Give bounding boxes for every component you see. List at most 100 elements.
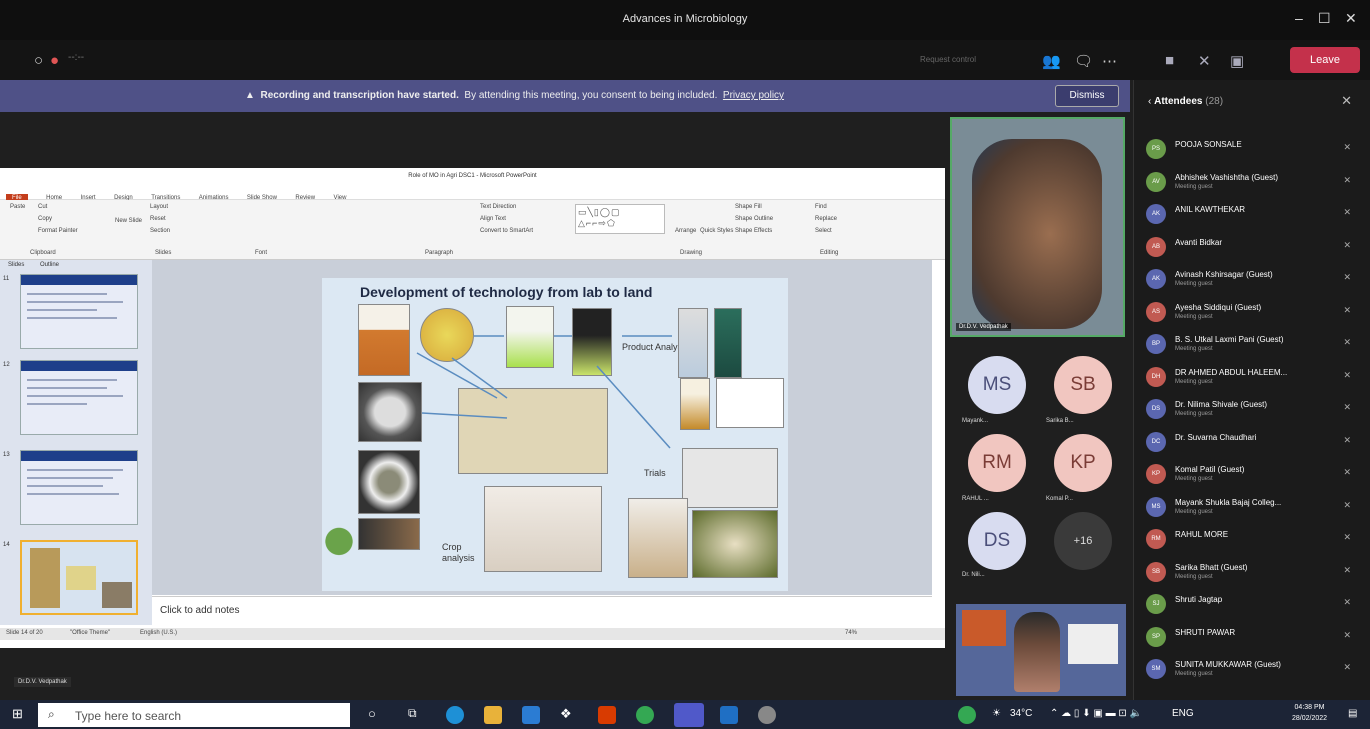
mic-off-icon[interactable]: ✕ <box>1198 52 1211 70</box>
photos-icon[interactable] <box>720 706 738 724</box>
windows-start-icon[interactable]: ⊞ <box>12 707 26 721</box>
office-icon[interactable] <box>598 706 616 724</box>
attendee-row[interactable]: SJ Shruti Jagtap ✕ <box>1134 590 1370 620</box>
chrome-icon[interactable] <box>636 706 654 724</box>
mic-off-icon: ✕ <box>1343 564 1351 575</box>
shapes-gallery[interactable]: ▭╲▯◯▢ △⌐⌐⇨⬠ <box>575 204 665 234</box>
copy-button[interactable]: Copy <box>38 216 52 222</box>
avatar-initials: SB <box>1070 374 1096 395</box>
chat-icon[interactable]: 🗨 <box>1074 52 1093 70</box>
mail-icon[interactable] <box>522 706 540 724</box>
more-count: +16 <box>1073 535 1093 547</box>
avatar-kp[interactable]: KP <box>1054 434 1112 492</box>
attendee-row[interactable]: RM RAHUL MORE ✕ <box>1134 525 1370 555</box>
attendee-row[interactable]: BP B. S. Utkal Laxmi Pani (Guest) Meeting … <box>1134 330 1370 360</box>
find-button[interactable]: Find <box>815 204 827 210</box>
attendee-row[interactable]: KP Komal Patil (Guest) Meeting guest ✕ <box>1134 460 1370 490</box>
attendee-avatar: MS <box>1146 496 1166 517</box>
align-text-button[interactable]: Align Text <box>480 216 506 222</box>
cortana-icon[interactable]: ○ <box>368 706 386 724</box>
attendee-row[interactable]: AV Abhishek Vashishtha (Guest) Meeting gue… <box>1134 168 1370 198</box>
avatar-sb[interactable]: SB <box>1054 356 1112 414</box>
tray-icons[interactable]: ⌃ ☁ ▯ ⬇ ▣ ▬ ⊡ 🔈 <box>1050 708 1142 719</box>
input-language[interactable]: ENG <box>1172 708 1194 719</box>
attendee-role: Meeting guest <box>1175 183 1213 190</box>
dismiss-button[interactable]: Dismiss <box>1055 85 1119 107</box>
paste-button[interactable]: Paste <box>10 204 25 210</box>
shape-fill-button[interactable]: Shape Fill <box>735 204 762 210</box>
tab-slides[interactable]: Slides <box>8 262 24 268</box>
attendee-row[interactable]: AK ANIL KAWTHEKAR ✕ <box>1134 200 1370 230</box>
weather-icon[interactable]: ☀ <box>992 708 1001 719</box>
avatar-rm[interactable]: RM <box>968 434 1026 492</box>
close-panel-icon[interactable]: ✕ <box>1341 93 1352 109</box>
teams-icon[interactable] <box>674 703 704 727</box>
chrome-tray-icon[interactable] <box>958 706 976 724</box>
notes-pane[interactable]: Click to add notes <box>152 596 932 626</box>
attendee-row[interactable]: MS Mayank Shukla Bajaj Colleg... Meeting g… <box>1134 493 1370 523</box>
slide-thumbnail[interactable] <box>20 274 138 349</box>
attendee-row[interactable]: AK Avinash Kshirsagar (Guest) Meeting gues… <box>1134 265 1370 295</box>
text-direction-button[interactable]: Text Direction <box>480 204 516 210</box>
leave-button[interactable]: Leave <box>1290 47 1360 73</box>
format-painter-button[interactable]: Format Painter <box>38 228 78 234</box>
smartart-button[interactable]: Convert to SmartArt <box>480 228 533 234</box>
layout-button[interactable]: Layout <box>150 204 168 210</box>
attendee-row[interactable]: AB Avanti Bidkar ✕ <box>1134 233 1370 263</box>
attendee-row[interactable]: DS Dr. Nilima Shivale (Guest) Meeting gues… <box>1134 395 1370 425</box>
attendee-row[interactable]: SP SHRUTI PAWAR ✕ <box>1134 623 1370 653</box>
slide-thumbnail[interactable] <box>20 450 138 525</box>
zoom-level[interactable]: 74% <box>845 630 857 636</box>
self-video-tile[interactable] <box>956 604 1126 696</box>
dropbox-icon[interactable]: ❖ <box>560 706 578 724</box>
select-button[interactable]: Select <box>815 228 832 234</box>
share-icon[interactable]: ▣ <box>1230 52 1244 70</box>
new-slide-button[interactable]: New Slide <box>115 218 142 224</box>
task-view-icon[interactable]: ⧉ <box>408 706 426 724</box>
avatar-ds[interactable]: DS <box>968 512 1026 570</box>
quick-styles-button[interactable]: Quick Styles <box>700 228 733 234</box>
weather-temp[interactable]: 34°C <box>1010 708 1032 719</box>
attendee-name: Dr. Nilima Shivale (Guest) <box>1175 400 1268 409</box>
camera-icon[interactable]: ■ <box>1165 52 1174 69</box>
shape-effects-button[interactable]: Shape Effects <box>735 228 772 234</box>
maximize-icon[interactable]: ☐ <box>1318 10 1331 27</box>
attendee-avatar: KP <box>1146 464 1166 484</box>
slide-thumbnail[interactable] <box>20 360 138 435</box>
settings-icon[interactable] <box>758 706 776 724</box>
privacy-policy-link[interactable]: Privacy policy <box>723 90 784 101</box>
taskbar-search[interactable]: ⌕ Type here to search <box>38 703 350 727</box>
slide-thumbnail-selected[interactable] <box>20 540 138 615</box>
timer-icon: --:-- <box>68 52 85 63</box>
more-participants-button[interactable]: +16 <box>1054 512 1112 570</box>
attendee-row[interactable]: AS Ayesha Siddiqui (Guest) Meeting guest ✕ <box>1134 298 1370 328</box>
file-explorer-icon[interactable] <box>484 706 502 724</box>
minimize-icon[interactable]: – <box>1295 10 1303 26</box>
clock[interactable]: 04:38 PM 28/02/2022 <box>1292 702 1327 724</box>
attendees-title: Attendees <box>1154 96 1203 107</box>
attendee-row[interactable]: DC Dr. Suvarna Chaudhari ✕ <box>1134 428 1370 458</box>
edge-icon[interactable] <box>446 706 464 724</box>
request-control-button[interactable]: Request control <box>920 55 976 64</box>
more-icon[interactable]: ⋯ <box>1102 52 1117 70</box>
notifications-icon[interactable]: ▤ <box>1348 708 1357 719</box>
avatar-ms[interactable]: MS <box>968 356 1026 414</box>
cut-button[interactable]: Cut <box>38 204 47 210</box>
reset-button[interactable]: Reset <box>150 216 166 222</box>
arrange-button[interactable]: Arrange <box>675 228 696 234</box>
windows-taskbar: ⊞ ⌕ Type here to search ○ ⧉ ❖ ☀ 34°C ⌃ ☁… <box>0 700 1370 729</box>
attendee-row[interactable]: SM SUNITA MUKKAWAR (Guest) Meeting guest ✕ <box>1134 655 1370 685</box>
close-icon[interactable]: ✕ <box>1345 10 1357 27</box>
people-icon[interactable]: 👥 <box>1042 52 1061 70</box>
search-icon: ⌕ <box>48 707 55 721</box>
tab-outline[interactable]: Outline <box>40 262 59 268</box>
section-button[interactable]: Section <box>150 228 170 234</box>
shape-outline-button[interactable]: Shape Outline <box>735 216 773 222</box>
attendee-name: Dr. Suvarna Chaudhari <box>1175 432 1257 442</box>
attendee-row[interactable]: DH DR AHMED ABDUL HALEEM... Meeting guest ✕ <box>1134 363 1370 393</box>
main-video-tile[interactable]: Dr.D.V. Vedpathak <box>950 117 1125 337</box>
attendee-row[interactable]: SB Sarika Bhatt (Guest) Meeting guest ✕ <box>1134 558 1370 588</box>
replace-button[interactable]: Replace <box>815 216 837 222</box>
attendee-row[interactable]: PS POOJA SONSALE ✕ <box>1134 135 1370 165</box>
thumb-number: 12 <box>3 362 10 368</box>
